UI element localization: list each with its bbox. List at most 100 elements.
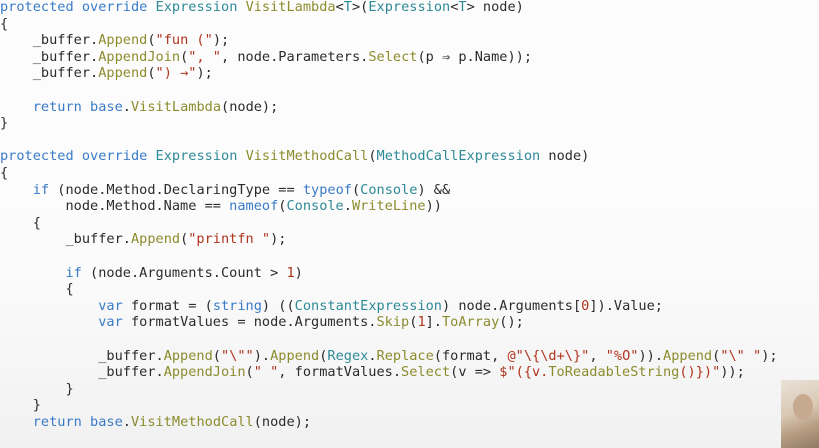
string-token: $"({v. — [499, 364, 549, 381]
keyword-token: protected — [0, 148, 74, 165]
code-token: node.Method.Name == — [0, 198, 230, 215]
code-token: } — [0, 380, 74, 397]
code-token: _buffer. — [0, 364, 164, 381]
code-line: if (node.Method.DeclaringType == typeof(… — [0, 182, 450, 199]
method-token: Replace — [376, 347, 434, 364]
method-token: Append — [270, 347, 320, 364]
type-token: Expression — [155, 0, 238, 15]
code-token: _buffer. — [0, 48, 99, 65]
number-token: 1 — [417, 314, 426, 331]
string-token: @"\{\d+\}" — [507, 347, 590, 364]
code-line: return base.VisitMethodCall(node); — [0, 414, 311, 431]
code-token: formatValues = node.Arguments. — [122, 314, 377, 331]
code-token: . — [122, 98, 131, 115]
string-token: "fun (" — [155, 32, 213, 49]
keyword-token: string — [212, 297, 262, 314]
code-token: )) — [425, 198, 442, 215]
code-line: { — [0, 16, 8, 33]
code-token: } — [0, 397, 41, 414]
type-token: Expression — [155, 148, 238, 165]
code-token: (); — [499, 314, 524, 331]
keyword-token: base — [90, 414, 123, 430]
code-token: . — [368, 347, 377, 364]
code-token: ) (( — [261, 297, 295, 314]
code-token: ( — [212, 347, 221, 364]
code-token: _buffer. — [0, 32, 99, 49]
method-token: VisitLambda — [130, 98, 222, 115]
code-token: )); — [720, 364, 745, 381]
string-token: "%O" — [605, 347, 639, 364]
string-token: "printfn " — [188, 231, 271, 248]
code-line: protected override Expression VisitLambd… — [0, 0, 524, 16]
code-token: { — [0, 214, 41, 231]
type-token: MethodCallExpression — [376, 148, 541, 165]
code-token: { — [0, 15, 9, 32]
code-token: ( — [351, 181, 361, 198]
code-line: { — [0, 215, 41, 232]
type-token: ConstantExpression — [294, 297, 442, 314]
code-token: ) && — [417, 181, 451, 198]
code-token: (node.Arguments.Count > — [81, 264, 287, 281]
code-editor[interactable]: protected override Expression VisitLambd… — [0, 0, 819, 448]
code-token: node) — [540, 148, 590, 165]
string-token: "\"" — [220, 347, 254, 364]
number-token: 1 — [286, 264, 295, 281]
method-token: Select — [368, 48, 418, 65]
code-token: ( — [147, 65, 156, 82]
code-line: _buffer.AppendJoin(", ", node.Parameters… — [0, 49, 532, 66]
keyword-token: protected — [0, 0, 74, 15]
keyword-token: if — [65, 264, 82, 281]
keyword-token: override — [81, 0, 148, 15]
string-token: ", " — [188, 48, 221, 65]
code-token: ) node.Arguments[ — [442, 297, 582, 314]
code-line: { — [0, 281, 73, 298]
keyword-token: if — [32, 181, 50, 198]
keyword-token: nameof — [229, 198, 279, 215]
code-token: ); — [761, 347, 778, 364]
code-token: ); — [196, 65, 213, 82]
code-line: } — [0, 115, 8, 132]
method-token: VisitMethodCall — [245, 148, 369, 165]
code-token: , — [589, 347, 606, 364]
keyword-token: var — [98, 314, 123, 331]
code-token: ( — [368, 148, 377, 165]
code-token: , node.Parameters. — [221, 48, 369, 65]
code-token: ]. — [425, 314, 442, 331]
code-token: ). — [253, 347, 271, 364]
code-token: { — [0, 165, 9, 181]
code-token: . — [343, 198, 352, 215]
string-token: " " — [253, 364, 279, 381]
code-line: _buffer.AppendJoin(" ", formatValues.Sel… — [0, 364, 745, 381]
code-line: _buffer.Append(") →"); — [0, 65, 213, 82]
string-token: ") →" — [155, 65, 197, 82]
code-line: _buffer.Append("\"").Append(Regex.Replac… — [0, 347, 778, 365]
method-token: Append — [98, 32, 148, 49]
code-line: } — [0, 380, 74, 398]
code-token: ( — [245, 364, 254, 381]
method-token: VisitLambda — [245, 0, 336, 15]
method-token: Select — [401, 364, 451, 381]
code-token: (node.Method.DeclaringType == — [49, 181, 303, 198]
code-line: _buffer.Append("fun ("); — [0, 32, 229, 49]
code-token: , formatValues. — [278, 364, 402, 381]
string-token: ()})" — [679, 364, 721, 381]
code-token: _buffer. — [0, 65, 99, 82]
code-line: var format = (string) ((ConstantExpressi… — [0, 298, 663, 315]
type-token: T — [343, 0, 352, 15]
code-token: >( — [351, 0, 369, 15]
type-token: Expression — [368, 0, 451, 15]
string-token: "\" " — [720, 347, 762, 364]
keyword-token: override — [81, 148, 148, 165]
